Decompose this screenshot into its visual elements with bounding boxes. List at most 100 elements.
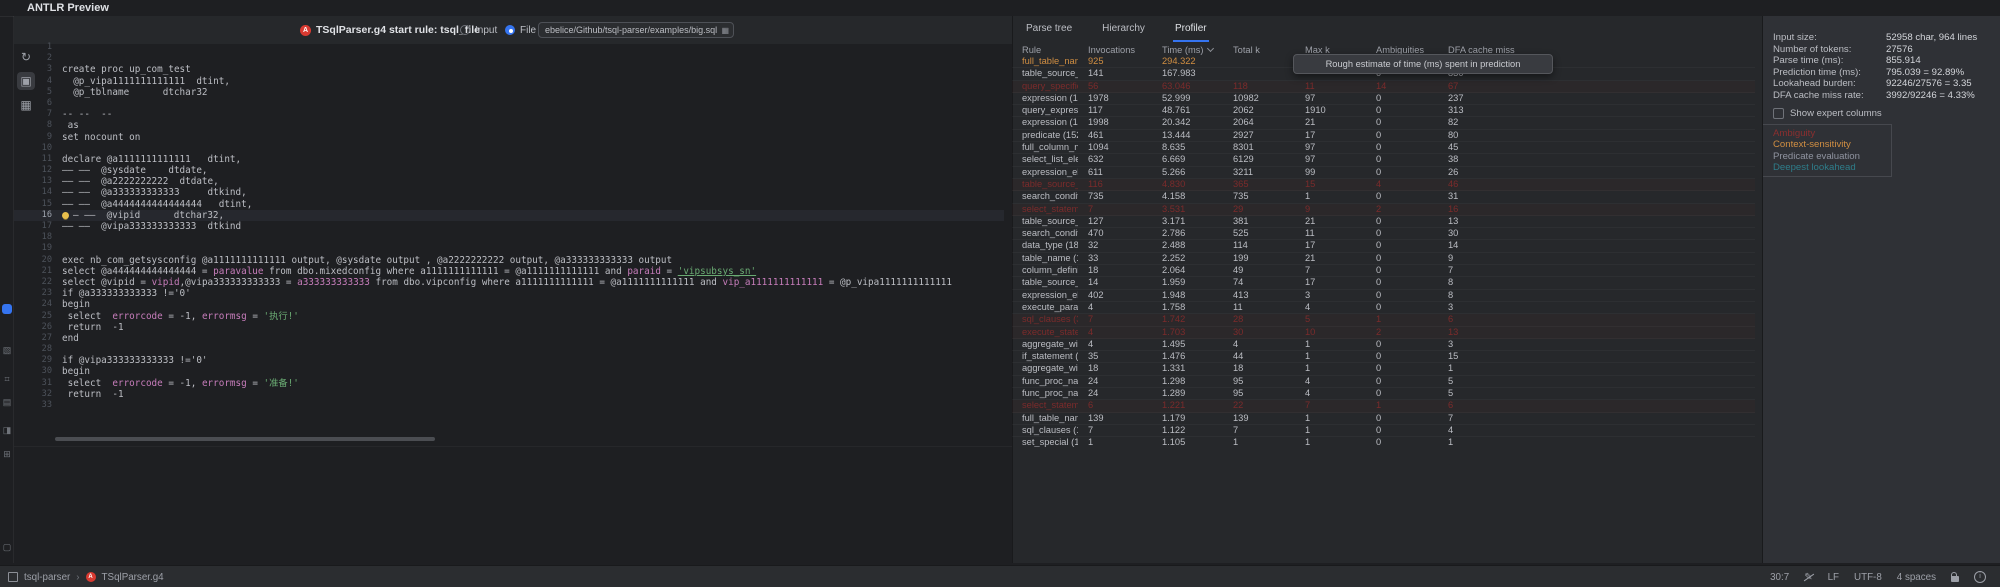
active-tool-window-icon[interactable]: [2, 304, 12, 314]
code-line[interactable]: 11declare @a1111111111111 dtint,: [14, 154, 1004, 165]
column-header-rule[interactable]: Rule: [1012, 45, 1078, 55]
code-line[interactable]: 9set nocount on: [14, 132, 1004, 143]
code-line[interactable]: 23if @a333333333333 !='0': [14, 288, 1004, 299]
profiler-row[interactable]: func_proc_name_data...241.29895405: [1012, 376, 1755, 388]
indent-setting[interactable]: 4 spaces: [1897, 572, 1936, 583]
profiler-row[interactable]: query_expression (1527)11748.76120621910…: [1012, 105, 1755, 117]
code-line[interactable]: 17—— —— @vipa333333333333 dtkind: [14, 221, 1004, 232]
profiler-row[interactable]: select_statement (15...61.22122716: [1012, 400, 1755, 412]
code-line[interactable]: 30begin: [14, 366, 1004, 377]
window-icon[interactable]: [8, 572, 18, 582]
expert-columns-label[interactable]: Show expert columns: [1790, 108, 1882, 119]
file-encoding[interactable]: UTF-8: [1854, 572, 1882, 583]
code-line[interactable]: 21select @a444444444444444 = paravalue f…: [14, 266, 1004, 277]
lightbulb-icon[interactable]: [62, 212, 69, 219]
tab-parse-tree[interactable]: Parse tree: [1024, 18, 1074, 42]
profiler-row[interactable]: func_proc_name_serv...241.28995405: [1012, 388, 1755, 400]
column-header-time-ms-[interactable]: Time (ms): [1152, 45, 1223, 55]
profiler-row[interactable]: execute_statement (11...41.7033010213: [1012, 327, 1755, 339]
profiler-row[interactable]: select_list_elem (1592)6326.669612997038: [1012, 154, 1755, 166]
browse-file-icon[interactable]: ▦: [721, 26, 729, 35]
code-line[interactable]: 27end: [14, 333, 1004, 344]
code-line[interactable]: 6: [14, 98, 1004, 109]
profiler-row[interactable]: sql_clauses (12)71.1227104: [1012, 425, 1755, 437]
profiler-row[interactable]: data_type (1829)322.48811417014: [1012, 240, 1755, 252]
profiler-row[interactable]: expression (1498)199820.342206421082: [1012, 117, 1755, 129]
code-line[interactable]: 13—— —— @a2222222222 dtdate,: [14, 176, 1004, 187]
code-line[interactable]: 25 select errorcode = -1, errormsg = '执行…: [14, 311, 1004, 322]
profiler-row[interactable]: full_column_name (17...10948.63583019704…: [1012, 142, 1755, 154]
profiler-row[interactable]: table_source_item (15...141.959741708: [1012, 277, 1755, 289]
code-line[interactable]: 3create proc up_com_test: [14, 64, 1004, 75]
profiler-row[interactable]: expression_elem (1589)4021.948413308: [1012, 290, 1755, 302]
code-line[interactable]: 32 return -1: [14, 389, 1004, 400]
profiler-row[interactable]: table_source_item (15...1273.17138121013: [1012, 216, 1755, 228]
file-radio-button[interactable]: [505, 25, 515, 35]
column-header-total-k[interactable]: Total k: [1223, 45, 1295, 55]
input-radio-group[interactable]: Input: [460, 20, 511, 40]
line-ending[interactable]: LF: [1828, 572, 1839, 583]
profiler-row[interactable]: column_definition (1421)182.06449707: [1012, 265, 1755, 277]
tool-stripe-icon-3[interactable]: ▤: [2, 397, 12, 407]
profiler-row[interactable]: set_special (1485)11.1051101: [1012, 437, 1755, 447]
notifications-icon[interactable]: i: [1974, 571, 1986, 583]
code-line[interactable]: 7-- -- --: [14, 109, 1004, 120]
editor-horizontal-scrollbar[interactable]: [55, 437, 435, 441]
file-path-field[interactable]: ebelice/Github/tsql-parser/examples/big.…: [538, 22, 734, 38]
code-line[interactable]: 12—— —— @sysdate dtdate,: [14, 165, 1004, 176]
profiler-row[interactable]: predicate (1525)46113.444292717080: [1012, 130, 1755, 142]
breadcrumb-file[interactable]: TSqlParser.g4: [102, 572, 164, 583]
profiler-row[interactable]: table_name (1777)332.2521992109: [1012, 253, 1755, 265]
breadcrumb-project[interactable]: tsql-parser: [24, 572, 70, 583]
code-line[interactable]: 4 @p_vipa1111111111111 dtint,: [14, 76, 1004, 87]
code-line[interactable]: 16— —— @vipid dtchar32,: [14, 210, 1004, 221]
show-expert-columns-row[interactable]: Show expert columns: [1773, 108, 1882, 119]
code-line[interactable]: 10: [14, 143, 1004, 154]
tool-stripe-icon-6[interactable]: ▢: [2, 542, 12, 552]
unlocked-icon[interactable]: [1951, 576, 1959, 582]
file-radio-label[interactable]: File: [520, 25, 536, 36]
expert-columns-checkbox[interactable]: [1773, 108, 1784, 119]
code-line[interactable]: 2: [14, 53, 1004, 64]
sql-code-editor[interactable]: 123create proc up_com_test4 @p_vipa11111…: [14, 42, 1004, 411]
tool-stripe-icon-2[interactable]: ⌗: [2, 374, 12, 384]
profiler-row[interactable]: full_table_name (1773)1391.179139107: [1012, 413, 1755, 425]
caret-position[interactable]: 30:7: [1770, 572, 1789, 583]
code-line[interactable]: 8 as: [14, 120, 1004, 131]
tool-stripe-icon-4[interactable]: ◨: [2, 425, 12, 435]
code-line[interactable]: 24begin: [14, 299, 1004, 310]
code-line[interactable]: 22select @vipid = vipid,@vipa33333333333…: [14, 277, 1004, 288]
code-line[interactable]: 26 return -1: [14, 322, 1004, 333]
profiler-row[interactable]: expression (1495)197852.99910982970237: [1012, 93, 1755, 105]
input-radio-button[interactable]: [460, 25, 470, 35]
profiler-row[interactable]: search_condition (1517)4702.78652511030: [1012, 228, 1755, 240]
profiler-row[interactable]: if_statement (31)351.476441015: [1012, 351, 1755, 363]
profiler-row[interactable]: aggregate_windowed...41.4954103: [1012, 339, 1755, 351]
profiler-row[interactable]: execute_parameter (1...41.75811403: [1012, 302, 1755, 314]
code-line[interactable]: 29if @vipa333333333333 !='0': [14, 355, 1004, 366]
tab-hierarchy[interactable]: Hierarchy: [1100, 18, 1147, 42]
profiler-row[interactable]: query_specification (15...5663.046118111…: [1012, 81, 1755, 93]
tool-stripe-icon-5[interactable]: ⊞: [2, 449, 12, 459]
profiler-row[interactable]: select_statement (15...73.531299216: [1012, 204, 1755, 216]
profiler-row[interactable]: table_source_item (15...1164.83036515446: [1012, 179, 1755, 191]
tool-stripe-icon-1[interactable]: ▧: [2, 345, 12, 355]
code-line[interactable]: 15—— —— @a4444444444444444 dtint,: [14, 199, 1004, 210]
profiler-row[interactable]: sql_clauses (341)71.74228516: [1012, 314, 1755, 326]
file-path-value[interactable]: ebelice/Github/tsql-parser/examples/big.…: [545, 25, 717, 35]
profiler-row[interactable]: search_condition (1519)7354.1587351031: [1012, 191, 1755, 203]
tab-profiler[interactable]: Profiler: [1173, 18, 1209, 42]
code-line[interactable]: 20exec nb_com_getsysconfig @a11111111111…: [14, 255, 1004, 266]
code-line[interactable]: 33: [14, 400, 1004, 411]
column-header-invocations[interactable]: Invocations: [1078, 45, 1152, 55]
highlighting-off-icon[interactable]: ✎: [1804, 572, 1812, 583]
code-line[interactable]: 14—— —— @a333333333333 dtkind,: [14, 187, 1004, 198]
code-line[interactable]: 19: [14, 243, 1004, 254]
profiler-row[interactable]: expression_elem (1590)6115.266321199026: [1012, 167, 1755, 179]
input-radio-label[interactable]: Input: [475, 25, 497, 36]
code-line[interactable]: 1: [14, 42, 1004, 53]
code-line[interactable]: 28: [14, 344, 1004, 355]
code-line[interactable]: 5 @p_tblname dtchar32: [14, 87, 1004, 98]
profiler-row[interactable]: aggregate_windowed...181.33118101: [1012, 363, 1755, 375]
code-line[interactable]: 31 select errorcode = -1, errormsg = '准备…: [14, 378, 1004, 389]
